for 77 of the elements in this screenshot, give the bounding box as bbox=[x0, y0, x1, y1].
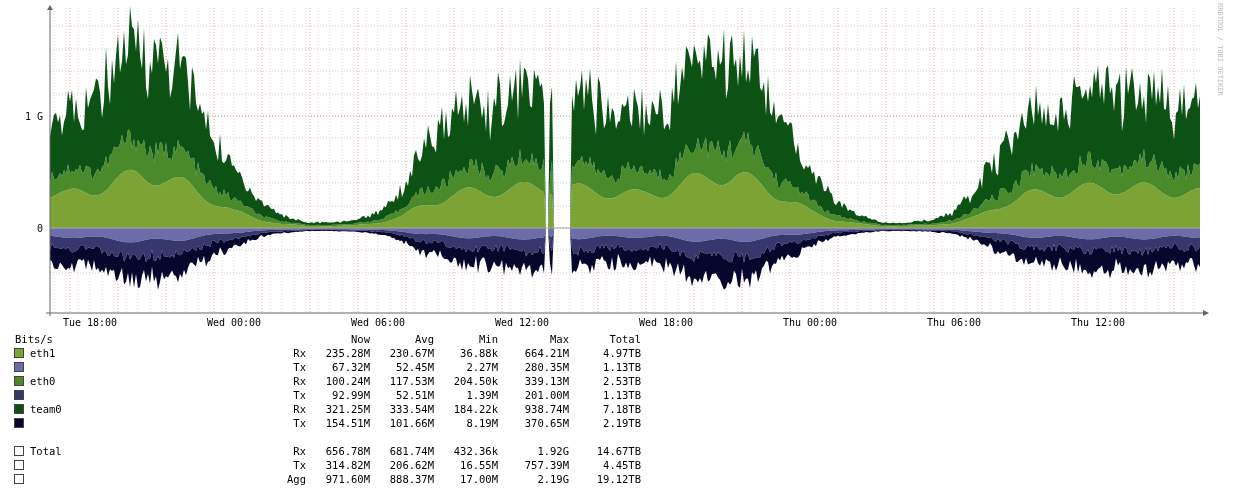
empty-swatch bbox=[14, 460, 24, 470]
value-text: 2.53TB bbox=[602, 374, 641, 388]
y-axis-label: 0 bbox=[36, 223, 43, 234]
direction-label: Tx bbox=[292, 416, 306, 430]
column-header: Max bbox=[549, 332, 569, 346]
value-text: 757.39M bbox=[523, 458, 569, 472]
value-text: 100.24M bbox=[324, 374, 370, 388]
value-text: 1.92G bbox=[536, 444, 569, 458]
value-text: 2.19G bbox=[536, 472, 569, 486]
direction-label: Rx bbox=[292, 346, 306, 360]
value-text: 4.97TB bbox=[602, 346, 641, 360]
value-text: 888.37M bbox=[388, 472, 434, 486]
value-text: 280.35M bbox=[523, 360, 569, 374]
value-text: 938.74M bbox=[523, 402, 569, 416]
value-text: 2.19TB bbox=[602, 416, 641, 430]
value-text: 204.50k bbox=[452, 374, 498, 388]
x-axis-label: Wed 00:00 bbox=[206, 317, 262, 328]
direction-label: Tx bbox=[292, 388, 306, 402]
empty-swatch bbox=[14, 446, 24, 456]
value-text: 16.55M bbox=[459, 458, 498, 472]
direction-label: Tx bbox=[292, 360, 306, 374]
value-text: 333.54M bbox=[388, 402, 434, 416]
value-text: 19.12TB bbox=[595, 472, 641, 486]
value-text: 206.62M bbox=[388, 458, 434, 472]
x-axis-label: Wed 12:00 bbox=[494, 317, 550, 328]
value-text: 681.74M bbox=[388, 444, 434, 458]
column-header: Now bbox=[350, 332, 370, 346]
value-text: 370.65M bbox=[523, 416, 569, 430]
value-text: 1.39M bbox=[465, 388, 498, 402]
direction-label: Rx bbox=[292, 402, 306, 416]
direction-label: Rx bbox=[292, 374, 306, 388]
value-text: 14.67TB bbox=[595, 444, 641, 458]
value-text: 67.32M bbox=[331, 360, 370, 374]
x-axis-label: Tue 18:00 bbox=[62, 317, 118, 328]
value-text: 184.22k bbox=[452, 402, 498, 416]
direction-label: Tx bbox=[292, 458, 306, 472]
direction-label: Rx bbox=[292, 444, 306, 458]
series-name: Total bbox=[30, 444, 62, 458]
value-text: 321.25M bbox=[324, 402, 370, 416]
y-axis-label: 1 G bbox=[24, 111, 43, 122]
value-text: 154.51M bbox=[324, 416, 370, 430]
value-text: 17.00M bbox=[459, 472, 498, 486]
unit-label: Bits/s bbox=[14, 332, 54, 346]
value-text: 314.82M bbox=[324, 458, 370, 472]
x-axis-label: Wed 18:00 bbox=[638, 317, 694, 328]
x-axis-label: Thu 00:00 bbox=[782, 317, 838, 328]
value-text: 339.13M bbox=[523, 374, 569, 388]
value-text: 2.27M bbox=[465, 360, 498, 374]
value-text: 52.45M bbox=[395, 360, 434, 374]
x-axis-label: Thu 12:00 bbox=[1070, 317, 1126, 328]
value-text: 235.28M bbox=[324, 346, 370, 360]
value-text: 8.19M bbox=[465, 416, 498, 430]
value-text: 7.18TB bbox=[602, 402, 641, 416]
value-text: 1.13TB bbox=[602, 388, 641, 402]
value-text: 664.21M bbox=[523, 346, 569, 360]
value-text: 101.66M bbox=[388, 416, 434, 430]
direction-label: Agg bbox=[286, 472, 306, 486]
x-axis-label: Wed 06:00 bbox=[350, 317, 406, 328]
value-text: 971.60M bbox=[324, 472, 370, 486]
column-header: Avg bbox=[414, 332, 434, 346]
value-text: 1.13TB bbox=[602, 360, 641, 374]
x-axis-label: Thu 06:00 bbox=[926, 317, 982, 328]
value-text: 230.67M bbox=[388, 346, 434, 360]
value-text: 656.78M bbox=[324, 444, 370, 458]
column-header: Min bbox=[478, 332, 498, 346]
value-text: 36.88k bbox=[459, 346, 498, 360]
value-text: 92.99M bbox=[331, 388, 370, 402]
value-text: 117.53M bbox=[388, 374, 434, 388]
empty-swatch bbox=[14, 474, 24, 484]
series-name: eth1 bbox=[30, 346, 56, 360]
series-name: team0 bbox=[30, 402, 62, 416]
value-text: 52.51M bbox=[395, 388, 434, 402]
value-text: 201.00M bbox=[523, 388, 569, 402]
value-text: 432.36k bbox=[452, 444, 498, 458]
column-header: Total bbox=[608, 332, 641, 346]
value-text: 4.45TB bbox=[602, 458, 641, 472]
series-name: eth0 bbox=[30, 374, 56, 388]
